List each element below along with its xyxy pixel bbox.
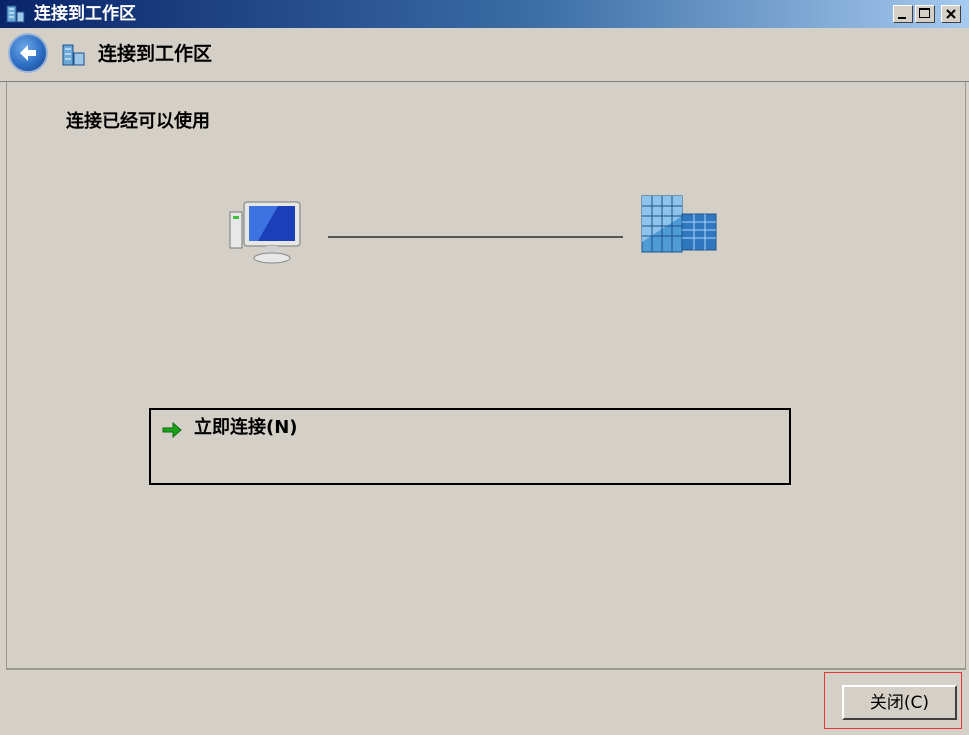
title-bar[interactable]: 连接到工作区 [0,0,969,28]
close-icon [946,9,956,19]
connection-line [328,236,623,238]
close-window-button[interactable] [941,5,961,23]
workspace-icon [6,5,26,23]
maximize-icon [919,8,930,18]
green-arrow-icon [161,419,183,441]
minimize-button[interactable] [893,5,913,23]
window-title: 连接到工作区 [34,4,136,24]
office-building-icon [638,192,720,256]
back-button[interactable] [8,33,48,73]
back-arrow-icon [20,45,36,61]
close-button[interactable]: 关闭(C) [842,685,957,720]
minimize-icon [898,17,906,19]
footer-divider [6,668,966,670]
page-title: 连接到工作区 [98,43,213,65]
workspace-icon [62,44,86,66]
navigation-bar: 连接到工作区 [0,28,969,82]
connect-now-link[interactable]: 立即连接(N) [194,416,298,440]
status-heading: 连接已经可以使用 [66,111,210,132]
content-panel [6,82,966,668]
computer-icon [228,198,304,266]
maximize-button[interactable] [915,5,935,23]
